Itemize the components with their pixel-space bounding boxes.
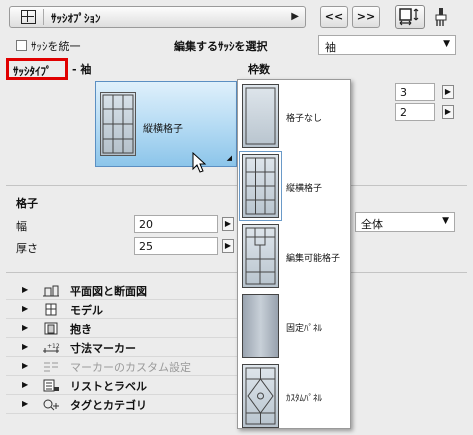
no-grid-window-icon <box>242 84 279 148</box>
expand-triangle-icon: ▶ <box>22 323 29 332</box>
expand-triangle-icon: ▶ <box>22 399 29 408</box>
option-no-grid[interactable]: 格子なし <box>242 82 350 150</box>
option-custom-panel[interactable]: ｶｽﾀﾑﾊﾟﾈﾙ <box>242 362 350 430</box>
expand-triangle-icon: ▶ <box>22 285 29 294</box>
panel-label: 寸法マーカー <box>70 342 136 355</box>
grid-width-input[interactable]: 20 <box>134 215 218 233</box>
sash-preview-image <box>100 92 136 156</box>
svg-text:+12: +12 <box>47 343 60 350</box>
grid-window-icon <box>239 151 282 221</box>
option-fixed-panel[interactable]: 固定ﾊﾟﾈﾙ <box>242 292 350 360</box>
option-label: ｶｽﾀﾑﾊﾟﾈﾙ <box>286 394 323 404</box>
grid-section-title: 格子 <box>16 197 38 210</box>
chevron-right-icon: ▶ <box>291 11 299 22</box>
grid-icon <box>21 10 36 24</box>
grid-scope-select[interactable]: 全体 ▼ <box>355 212 455 232</box>
next-button[interactable]: >> <box>352 6 380 28</box>
editable-grid-window-icon <box>242 224 279 288</box>
chevron-right-icon[interactable]: ▶ <box>442 105 454 119</box>
favorites-button[interactable] <box>430 6 450 28</box>
edit-sash-value: 袖 <box>325 41 336 54</box>
frame-count-vertical-input[interactable]: 3 <box>395 83 435 101</box>
option-label: 格子なし <box>286 114 323 124</box>
dimension-marker-icon: +12 <box>42 341 60 354</box>
expand-triangle-icon: ▶ <box>22 342 29 351</box>
grid-thickness-label: 厚さ <box>16 242 38 255</box>
mouse-cursor-icon <box>192 151 208 177</box>
edit-sash-label: 編集するｻｯｼを選択 <box>174 40 268 53</box>
window-orientation-icon <box>399 8 419 26</box>
sash-type-current: - 袖 <box>72 63 92 76</box>
fixed-panel-icon <box>242 294 279 358</box>
chevron-down-icon: ▼ <box>442 216 449 226</box>
sash-type-label: ｻｯｼﾀｲﾌﾟ <box>13 65 52 78</box>
option-label: 編集可能格子 <box>286 254 341 264</box>
tag-category-icon <box>42 398 60 411</box>
panel-label: 平面図と断面図 <box>70 285 147 298</box>
paint-brush-icon <box>435 8 447 26</box>
expand-triangle-icon: ▶ <box>22 304 29 313</box>
sash-options-dropdown[interactable]: ｻｯｼｵﾌﾟｼｮﾝ ▶ <box>9 6 306 28</box>
previous-button[interactable]: << <box>320 6 348 28</box>
custom-panel-icon <box>242 364 279 428</box>
frames-label: 枠数 <box>248 63 270 76</box>
preview-orientation-button[interactable] <box>395 5 425 29</box>
option-label: 縦横格子 <box>286 184 323 194</box>
panel-label: マーカーのカスタム設定 <box>70 361 191 374</box>
sash-type-selector-tile[interactable]: 縦横格子 ◢ <box>95 81 237 167</box>
divider <box>43 9 44 25</box>
grid-width-label: 幅 <box>16 220 27 233</box>
selected-sash-type-label: 縦横格子 <box>143 124 183 135</box>
panel-title: ｻｯｼｵﾌﾟｼｮﾝ <box>51 12 101 25</box>
frame-count-horizontal-input[interactable]: 2 <box>395 103 435 121</box>
option-vertical-horizontal-grid[interactable]: 縦横格子 <box>239 151 350 221</box>
expand-triangle-icon: ▶ <box>22 380 29 389</box>
edit-sash-select[interactable]: 袖 ▼ <box>318 35 456 55</box>
grid-scope-value: 全体 <box>361 218 383 231</box>
panel-label: モデル <box>70 304 103 317</box>
reveal-icon <box>42 322 60 335</box>
option-editable-grid[interactable]: 編集可能格子 <box>242 222 350 290</box>
expand-corner-icon: ◢ <box>226 154 232 162</box>
chevron-right-icon[interactable]: ▶ <box>222 217 234 231</box>
grid-thickness-input[interactable]: 25 <box>134 237 218 255</box>
unify-sash-checkbox[interactable] <box>16 40 27 51</box>
panel-label: タグとカテゴリ <box>70 399 147 412</box>
option-label: 固定ﾊﾟﾈﾙ <box>286 324 323 334</box>
panel-label: リストとラベル <box>70 380 147 393</box>
sash-type-popup-menu: 格子なし 縦横格子 編集可能格子 固定ﾊﾟﾈﾙ ｶｽﾀﾑﾊﾟﾈﾙ <box>237 79 351 429</box>
plan-section-icon <box>42 284 60 297</box>
chevron-down-icon: ▼ <box>443 39 450 49</box>
chevron-right-icon[interactable]: ▶ <box>222 239 234 253</box>
expand-triangle-icon: ▶ <box>22 361 29 370</box>
list-label-icon <box>42 379 60 392</box>
marker-custom-icon <box>42 360 60 373</box>
unify-sash-label: ｻｯｼを統一 <box>31 40 81 53</box>
chevron-right-icon[interactable]: ▶ <box>442 85 454 99</box>
sash-type-label-highlight: ｻｯｼﾀｲﾌﾟ <box>6 58 68 80</box>
model-icon <box>42 303 60 316</box>
panel-label: 抱き <box>70 323 92 336</box>
